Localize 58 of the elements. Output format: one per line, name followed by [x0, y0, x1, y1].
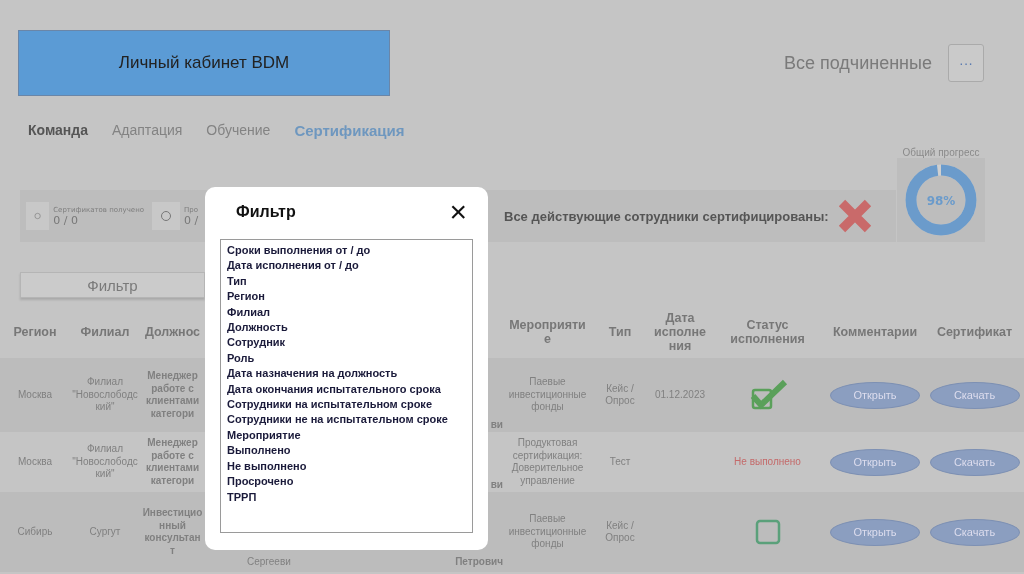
table-cell: Инвестиционный консультант	[142, 507, 203, 557]
table-cell: ви	[490, 478, 503, 491]
table-cell: Сергееви	[247, 555, 291, 568]
column-header: Регион	[12, 325, 58, 339]
scope-label: Все подчиненные	[783, 52, 932, 74]
certified-label: Все действующие сотрудники сертифицированы:	[504, 208, 829, 224]
table-cell-text: Кейс / Опрос	[604, 519, 636, 545]
filter-option[interactable]: ТРРП	[227, 489, 257, 505]
filter-option[interactable]: Не выполнено	[227, 458, 307, 475]
stat-value: 0 /	[184, 213, 199, 227]
filter-option[interactable]: Сотрудник	[227, 335, 286, 351]
table-cell: Паевые инвестиционные фонды	[507, 513, 588, 551]
table-cell: ви	[490, 418, 503, 431]
stat-icon	[26, 202, 50, 230]
table-cell-text: Кейс / Опрос	[604, 382, 636, 408]
filter-option[interactable]: Мероприятие	[227, 427, 301, 444]
column-header: Сертификат	[935, 325, 1014, 339]
stat-icon	[152, 202, 180, 230]
dialog-title: Фильтр	[236, 203, 296, 221]
table-cell: 01.12.2023	[654, 388, 706, 402]
table-cell-text: Продуктовая сертификация: Доверительное управление	[510, 437, 585, 487]
column-header: Мероприятие	[508, 318, 587, 346]
column-header: Филиал	[79, 325, 131, 339]
status-text: Не выполнено	[734, 455, 801, 469]
column-header: Комментарии	[831, 325, 919, 339]
filter-option[interactable]: Сотрудники не на испытательном сроке	[227, 412, 448, 428]
filter-option[interactable]: Сотрудники на испытательном сроке	[227, 397, 432, 413]
table-cell: Москва	[17, 455, 53, 469]
table-cell-text: Менеджер работе с клиентами категори	[144, 370, 201, 420]
table-cell: Петрович	[455, 555, 503, 568]
filter-option[interactable]: Должность	[227, 320, 288, 336]
filter-option[interactable]: Регион	[227, 289, 265, 305]
column-header: Тип	[607, 325, 633, 339]
column-header: Статус исполнения	[729, 318, 806, 346]
filter-option[interactable]: Выполнено	[227, 443, 291, 459]
table-cell: Москва	[17, 388, 53, 402]
filter-option[interactable]: Дата назначения на должность	[227, 366, 398, 382]
filter-option[interactable]: Сроки выполнения от / до	[227, 243, 371, 259]
filter-option[interactable]: Просрочено	[227, 474, 294, 490]
header-banner: Личный кабинет BDM	[18, 30, 390, 96]
table-cell: Сибирь	[17, 525, 53, 539]
stat-value: 0 / 0	[53, 213, 78, 227]
filter-option[interactable]: Дата исполнения от / до	[227, 258, 359, 274]
tab[interactable]: Команда	[28, 122, 88, 139]
column-header: Должнос	[143, 325, 202, 339]
filter-option[interactable]: Тип	[227, 273, 247, 290]
close-button[interactable]: ×	[443, 197, 473, 227]
progress-reading: 98%	[925, 194, 957, 208]
filter-option[interactable]: Дата окончания испытательного срока	[227, 381, 441, 398]
column-header: Дата исполнения	[653, 311, 707, 353]
filter-option[interactable]: Филиал	[227, 304, 270, 321]
table-cell: Паевые инвестиционные фонды	[507, 376, 588, 414]
table-cell: Тест	[609, 455, 631, 469]
table-cell: Филиал "Новослободский"	[72, 443, 138, 481]
progress-title: Общий прогресс	[902, 147, 980, 158]
filter-option[interactable]: Роль	[227, 350, 255, 367]
table-cell: Сургут	[89, 525, 121, 539]
table-cell-text: Менеджер работе с клиентами категори	[144, 437, 201, 487]
